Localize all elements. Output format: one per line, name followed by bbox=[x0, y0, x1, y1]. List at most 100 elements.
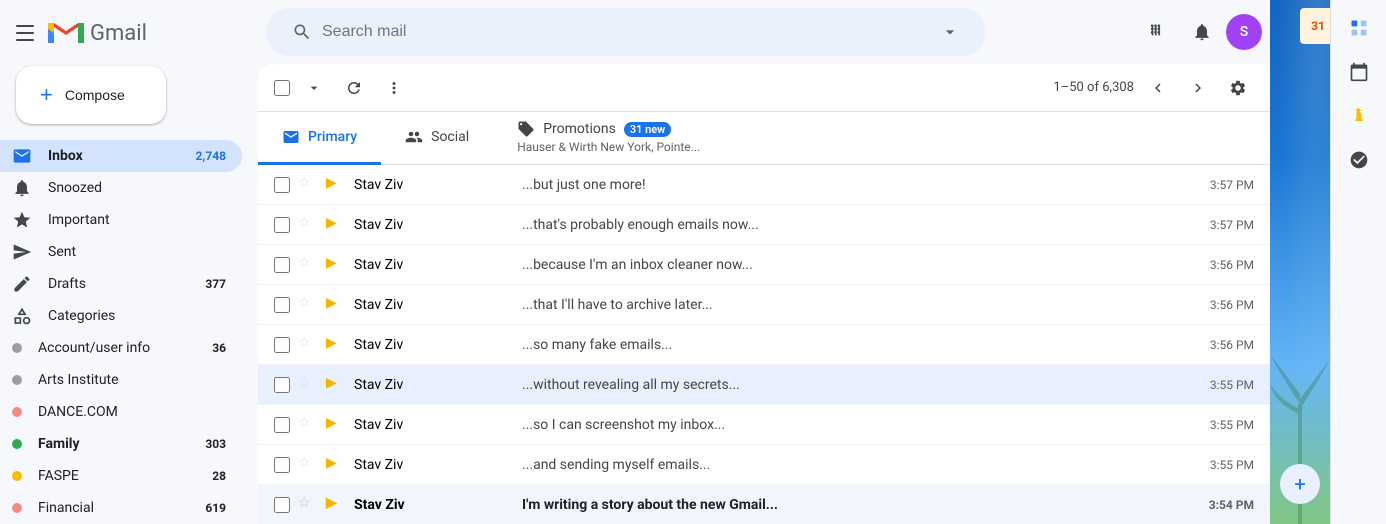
hamburger-button[interactable] bbox=[8, 17, 42, 49]
email-toolbar: 1–50 of 6,308 bbox=[258, 64, 1270, 112]
snoozed-icon bbox=[12, 178, 32, 198]
tasks-check-icon[interactable] bbox=[1339, 140, 1379, 180]
star-icon[interactable]: ☆ bbox=[298, 175, 318, 195]
sidebar-item-sent[interactable]: Sent bbox=[0, 236, 242, 268]
settings-button[interactable] bbox=[1222, 72, 1254, 104]
apps-icon[interactable] bbox=[1138, 12, 1178, 52]
email-subject: ...without revealing all my secrets... bbox=[522, 377, 1194, 393]
sender-name: Stav Ziv bbox=[354, 457, 514, 473]
sidebar-item-faspe[interactable]: FASPE 28 bbox=[0, 460, 242, 492]
star-icon[interactable]: ☆ bbox=[298, 335, 318, 355]
tab-promotions[interactable]: Promotions 31 new Hauser & Wirth New Yor… bbox=[493, 112, 724, 165]
sender-name: Stav Ziv bbox=[354, 497, 514, 513]
sidebar-item-drafts[interactable]: Drafts 377 bbox=[0, 268, 242, 300]
sender-name: Stav Ziv bbox=[354, 217, 514, 233]
search-input[interactable] bbox=[322, 23, 930, 41]
email-list: ☆ ▶ Stav Ziv ...but just one more! 3:57 … bbox=[258, 165, 1270, 524]
pagination-text: 1–50 of 6,308 bbox=[1053, 80, 1134, 95]
keep-icon[interactable] bbox=[1339, 96, 1379, 136]
email-subject: ...so I can screenshot my inbox... bbox=[522, 417, 1194, 433]
star-icon[interactable]: ☆ bbox=[298, 495, 318, 515]
next-page-button[interactable] bbox=[1182, 72, 1214, 104]
email-checkbox[interactable] bbox=[274, 417, 290, 433]
email-time: 3:57 PM bbox=[1210, 178, 1254, 192]
calendar-day[interactable]: 31 bbox=[1300, 8, 1330, 44]
sidebar-item-snoozed[interactable]: Snoozed bbox=[0, 172, 242, 204]
select-all-checkbox[interactable] bbox=[274, 80, 290, 96]
arts-institute-dot bbox=[12, 375, 22, 385]
add-button[interactable]: + bbox=[1280, 464, 1320, 504]
compose-label: Compose bbox=[65, 87, 125, 103]
search-icon[interactable] bbox=[282, 12, 322, 52]
email-row[interactable]: ☆ ▶ Stav Ziv ...because I'm an inbox cle… bbox=[258, 245, 1270, 285]
sidebar: Gmail + Compose Inbox 2,748 Snoozed Impo… bbox=[0, 0, 258, 524]
email-time: 3:56 PM bbox=[1210, 338, 1254, 352]
email-time: 3:56 PM bbox=[1210, 298, 1254, 312]
email-row[interactable]: ☆ ▶ Stav Ziv ...that's probably enough e… bbox=[258, 205, 1270, 245]
star-icon[interactable]: ☆ bbox=[298, 455, 318, 475]
sender-name: Stav Ziv bbox=[354, 297, 514, 313]
faspe-label: FASPE bbox=[38, 468, 212, 484]
email-row[interactable]: ☆ ▶ Stav Ziv ...without revealing all my… bbox=[258, 365, 1270, 405]
refresh-button[interactable] bbox=[338, 72, 370, 104]
forward-arrow-icon: ▶ bbox=[326, 175, 346, 195]
avatar[interactable]: S bbox=[1226, 14, 1262, 50]
more-options-button[interactable] bbox=[378, 72, 410, 104]
forward-arrow-icon: ▶ bbox=[326, 375, 346, 395]
email-checkbox[interactable] bbox=[274, 497, 290, 513]
star-icon[interactable]: ☆ bbox=[298, 215, 318, 235]
email-row[interactable]: ☆ ▶ Stav Ziv ...so many fake emails... 3… bbox=[258, 325, 1270, 365]
pagination-info: 1–50 of 6,308 bbox=[1053, 72, 1254, 104]
header-icons: S bbox=[1138, 12, 1262, 52]
email-row[interactable]: ☆ ▶ Stav Ziv ...and sending myself email… bbox=[258, 445, 1270, 485]
calendar-side-icon[interactable] bbox=[1339, 52, 1379, 92]
sidebar-item-dance-com[interactable]: DANCE.COM bbox=[0, 396, 242, 428]
financial-label: Financial bbox=[38, 500, 205, 516]
search-options-icon[interactable] bbox=[930, 12, 970, 52]
star-icon[interactable]: ☆ bbox=[298, 375, 318, 395]
main-area: S 1–50 of 6,308 bbox=[258, 0, 1270, 524]
forward-arrow-icon: ▶ bbox=[326, 295, 346, 315]
sidebar-item-family[interactable]: Family 303 bbox=[0, 428, 242, 460]
tasks-icon[interactable] bbox=[1339, 8, 1379, 48]
star-icon[interactable]: ☆ bbox=[298, 295, 318, 315]
tab-social[interactable]: Social bbox=[381, 112, 493, 165]
email-subject: ...that I'll have to archive later... bbox=[522, 297, 1194, 313]
gmail-logo[interactable]: Gmail bbox=[42, 19, 155, 47]
star-icon[interactable]: ☆ bbox=[298, 255, 318, 275]
tab-primary-label: Primary bbox=[308, 129, 357, 145]
email-row[interactable]: ☆ ▶ Stav Ziv I'm writing a story about t… bbox=[258, 485, 1270, 524]
promotions-badge: 31 new bbox=[624, 122, 672, 137]
sidebar-item-important[interactable]: Important bbox=[0, 204, 242, 236]
email-checkbox[interactable] bbox=[274, 217, 290, 233]
compose-plus-icon: + bbox=[40, 82, 53, 108]
compose-button[interactable]: + Compose bbox=[16, 66, 166, 124]
email-row[interactable]: ☆ ▶ Stav Ziv ...that I'll have to archiv… bbox=[258, 285, 1270, 325]
forward-arrow-icon: ▶ bbox=[326, 215, 346, 235]
email-row[interactable]: ☆ ▶ Stav Ziv ...so I can screenshot my i… bbox=[258, 405, 1270, 445]
family-label: Family bbox=[38, 436, 205, 452]
far-right-panel bbox=[1330, 0, 1386, 524]
email-time: 3:56 PM bbox=[1210, 258, 1254, 272]
email-checkbox[interactable] bbox=[274, 177, 290, 193]
star-icon[interactable]: ☆ bbox=[298, 415, 318, 435]
tab-primary[interactable]: Primary bbox=[258, 112, 381, 165]
sender-name: Stav Ziv bbox=[354, 377, 514, 393]
sidebar-item-categories[interactable]: Categories bbox=[0, 300, 242, 332]
sidebar-item-financial[interactable]: Financial 619 bbox=[0, 492, 242, 524]
sidebar-item-arts-institute[interactable]: Arts Institute bbox=[0, 364, 242, 396]
select-dropdown-button[interactable] bbox=[298, 72, 330, 104]
email-checkbox[interactable] bbox=[274, 377, 290, 393]
email-checkbox[interactable] bbox=[274, 337, 290, 353]
prev-page-button[interactable] bbox=[1142, 72, 1174, 104]
email-checkbox[interactable] bbox=[274, 457, 290, 473]
sidebar-item-account-user-info[interactable]: Account/user info 36 bbox=[0, 332, 242, 364]
important-icon bbox=[12, 210, 32, 230]
email-checkbox[interactable] bbox=[274, 257, 290, 273]
search-bar bbox=[266, 8, 986, 56]
sidebar-item-inbox[interactable]: Inbox 2,748 bbox=[0, 140, 242, 172]
email-checkbox[interactable] bbox=[274, 297, 290, 313]
notifications-icon[interactable] bbox=[1182, 12, 1222, 52]
email-row[interactable]: ☆ ▶ Stav Ziv ...but just one more! 3:57 … bbox=[258, 165, 1270, 205]
email-subject: ...that's probably enough emails now... bbox=[522, 217, 1194, 233]
